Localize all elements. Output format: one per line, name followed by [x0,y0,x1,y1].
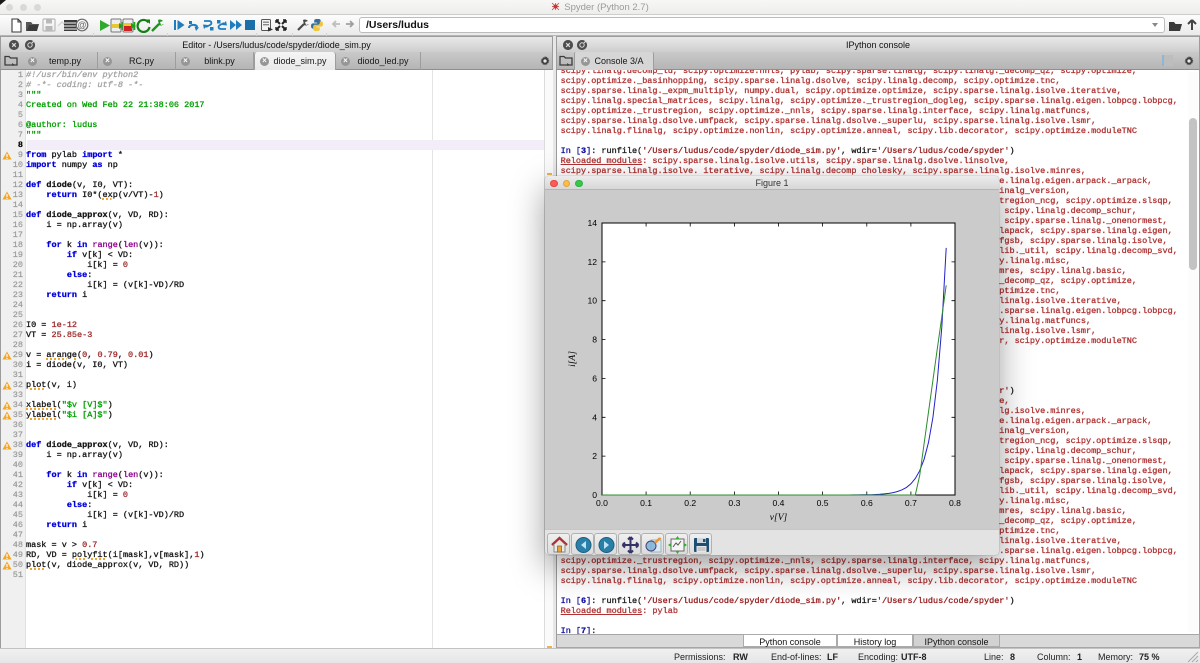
svg-text:@: @ [77,20,86,30]
svg-text:10: 10 [587,296,597,306]
svg-text:6: 6 [592,373,597,383]
svg-text:0.2: 0.2 [684,498,696,508]
svg-text:0.0: 0.0 [596,498,608,508]
svg-text:0.7: 0.7 [905,498,917,508]
svg-text:0.1: 0.1 [640,498,652,508]
svg-text:8: 8 [592,335,597,345]
svg-text:2: 2 [592,451,597,461]
svg-text:0.4: 0.4 [773,498,785,508]
svg-text:v[V]: v[V] [770,513,788,523]
svg-text:0.6: 0.6 [861,498,873,508]
svg-text:i[A]: i[A] [568,351,578,367]
svg-text:12: 12 [587,257,597,267]
svg-text:0.5: 0.5 [817,498,829,508]
svg-text:4: 4 [592,412,597,422]
svg-text:14: 14 [587,218,597,228]
svg-text:0.3: 0.3 [728,498,740,508]
svg-text:0: 0 [592,490,597,500]
svg-text:0.8: 0.8 [949,498,961,508]
